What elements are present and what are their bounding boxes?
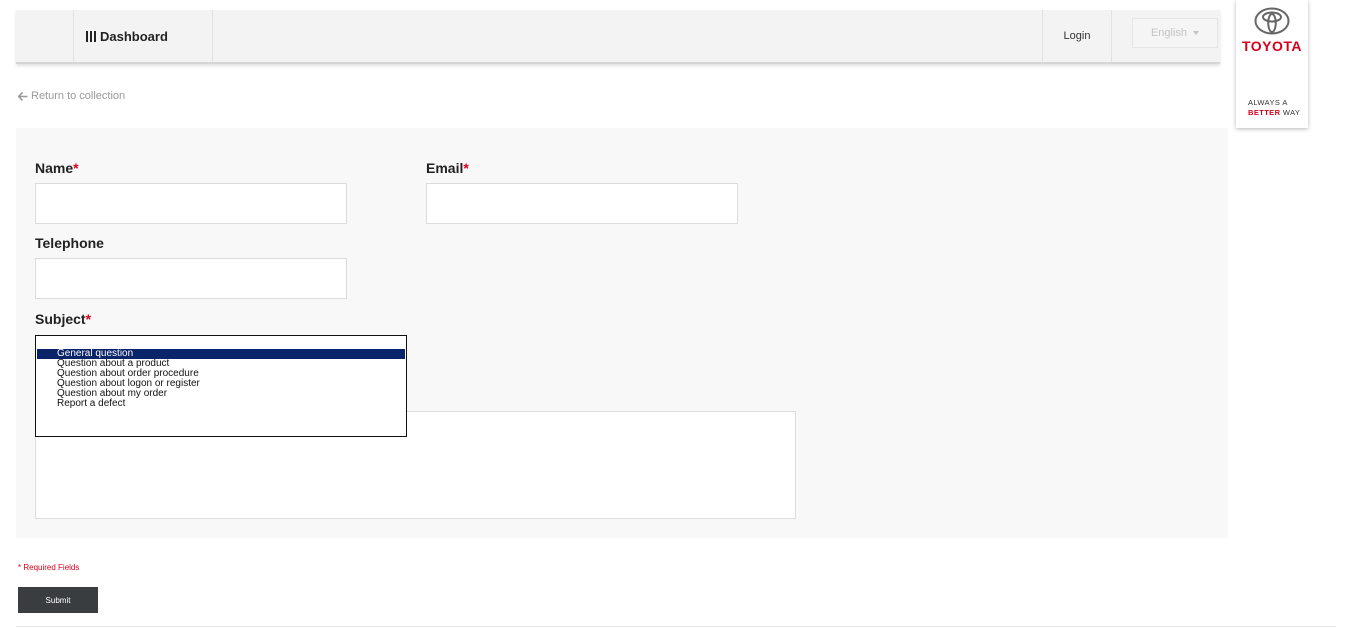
language-dropdown[interactable]: English	[1132, 18, 1218, 48]
brand-name: TOYOTA	[1241, 38, 1303, 54]
dashboard-icon	[86, 30, 96, 42]
email-label: Email*	[426, 160, 469, 176]
arrow-left-icon	[18, 91, 28, 101]
chevron-down-icon	[1193, 31, 1200, 35]
required-marker: *	[463, 160, 469, 176]
top-navbar: Dashboard Login English	[16, 10, 1220, 64]
name-input[interactable]	[35, 183, 347, 224]
toyota-emblem-icon	[1254, 7, 1290, 35]
brand-tagline-way: WAY	[1282, 108, 1301, 117]
required-marker: *	[73, 160, 79, 176]
brand-tagline-line2: BETTER WAY	[1248, 108, 1300, 117]
brand-tagline-line1: ALWAYS A	[1248, 98, 1288, 107]
required-fields-note: * Required Fields	[18, 563, 80, 572]
email-input[interactable]	[426, 183, 738, 224]
language-label: English	[1150, 27, 1188, 39]
dashboard-label: Dashboard	[100, 28, 168, 44]
brand-tagline-better: BETTER	[1248, 108, 1281, 117]
telephone-label: Telephone	[35, 235, 104, 251]
name-label: Name*	[35, 160, 79, 176]
login-label: Login	[1063, 30, 1091, 42]
required-marker: *	[85, 311, 92, 327]
return-to-collection-label: Return to collection	[31, 90, 126, 102]
submit-button[interactable]: Submit	[18, 587, 98, 613]
subject-label: Subject*	[35, 311, 92, 327]
telephone-input[interactable]	[35, 258, 347, 299]
footer-divider	[16, 626, 1336, 627]
return-to-collection-link[interactable]: Return to collection	[18, 90, 125, 102]
dashboard-link[interactable]: Dashboard	[73, 10, 213, 62]
subject-dropdown-list[interactable]: General question Question about a produc…	[35, 335, 407, 437]
subject-option-report-defect[interactable]: Report a defect	[37, 399, 405, 409]
brand-logo-card: TOYOTA ALWAYS A BETTER WAY	[1236, 0, 1308, 128]
login-link[interactable]: Login	[1042, 10, 1112, 62]
